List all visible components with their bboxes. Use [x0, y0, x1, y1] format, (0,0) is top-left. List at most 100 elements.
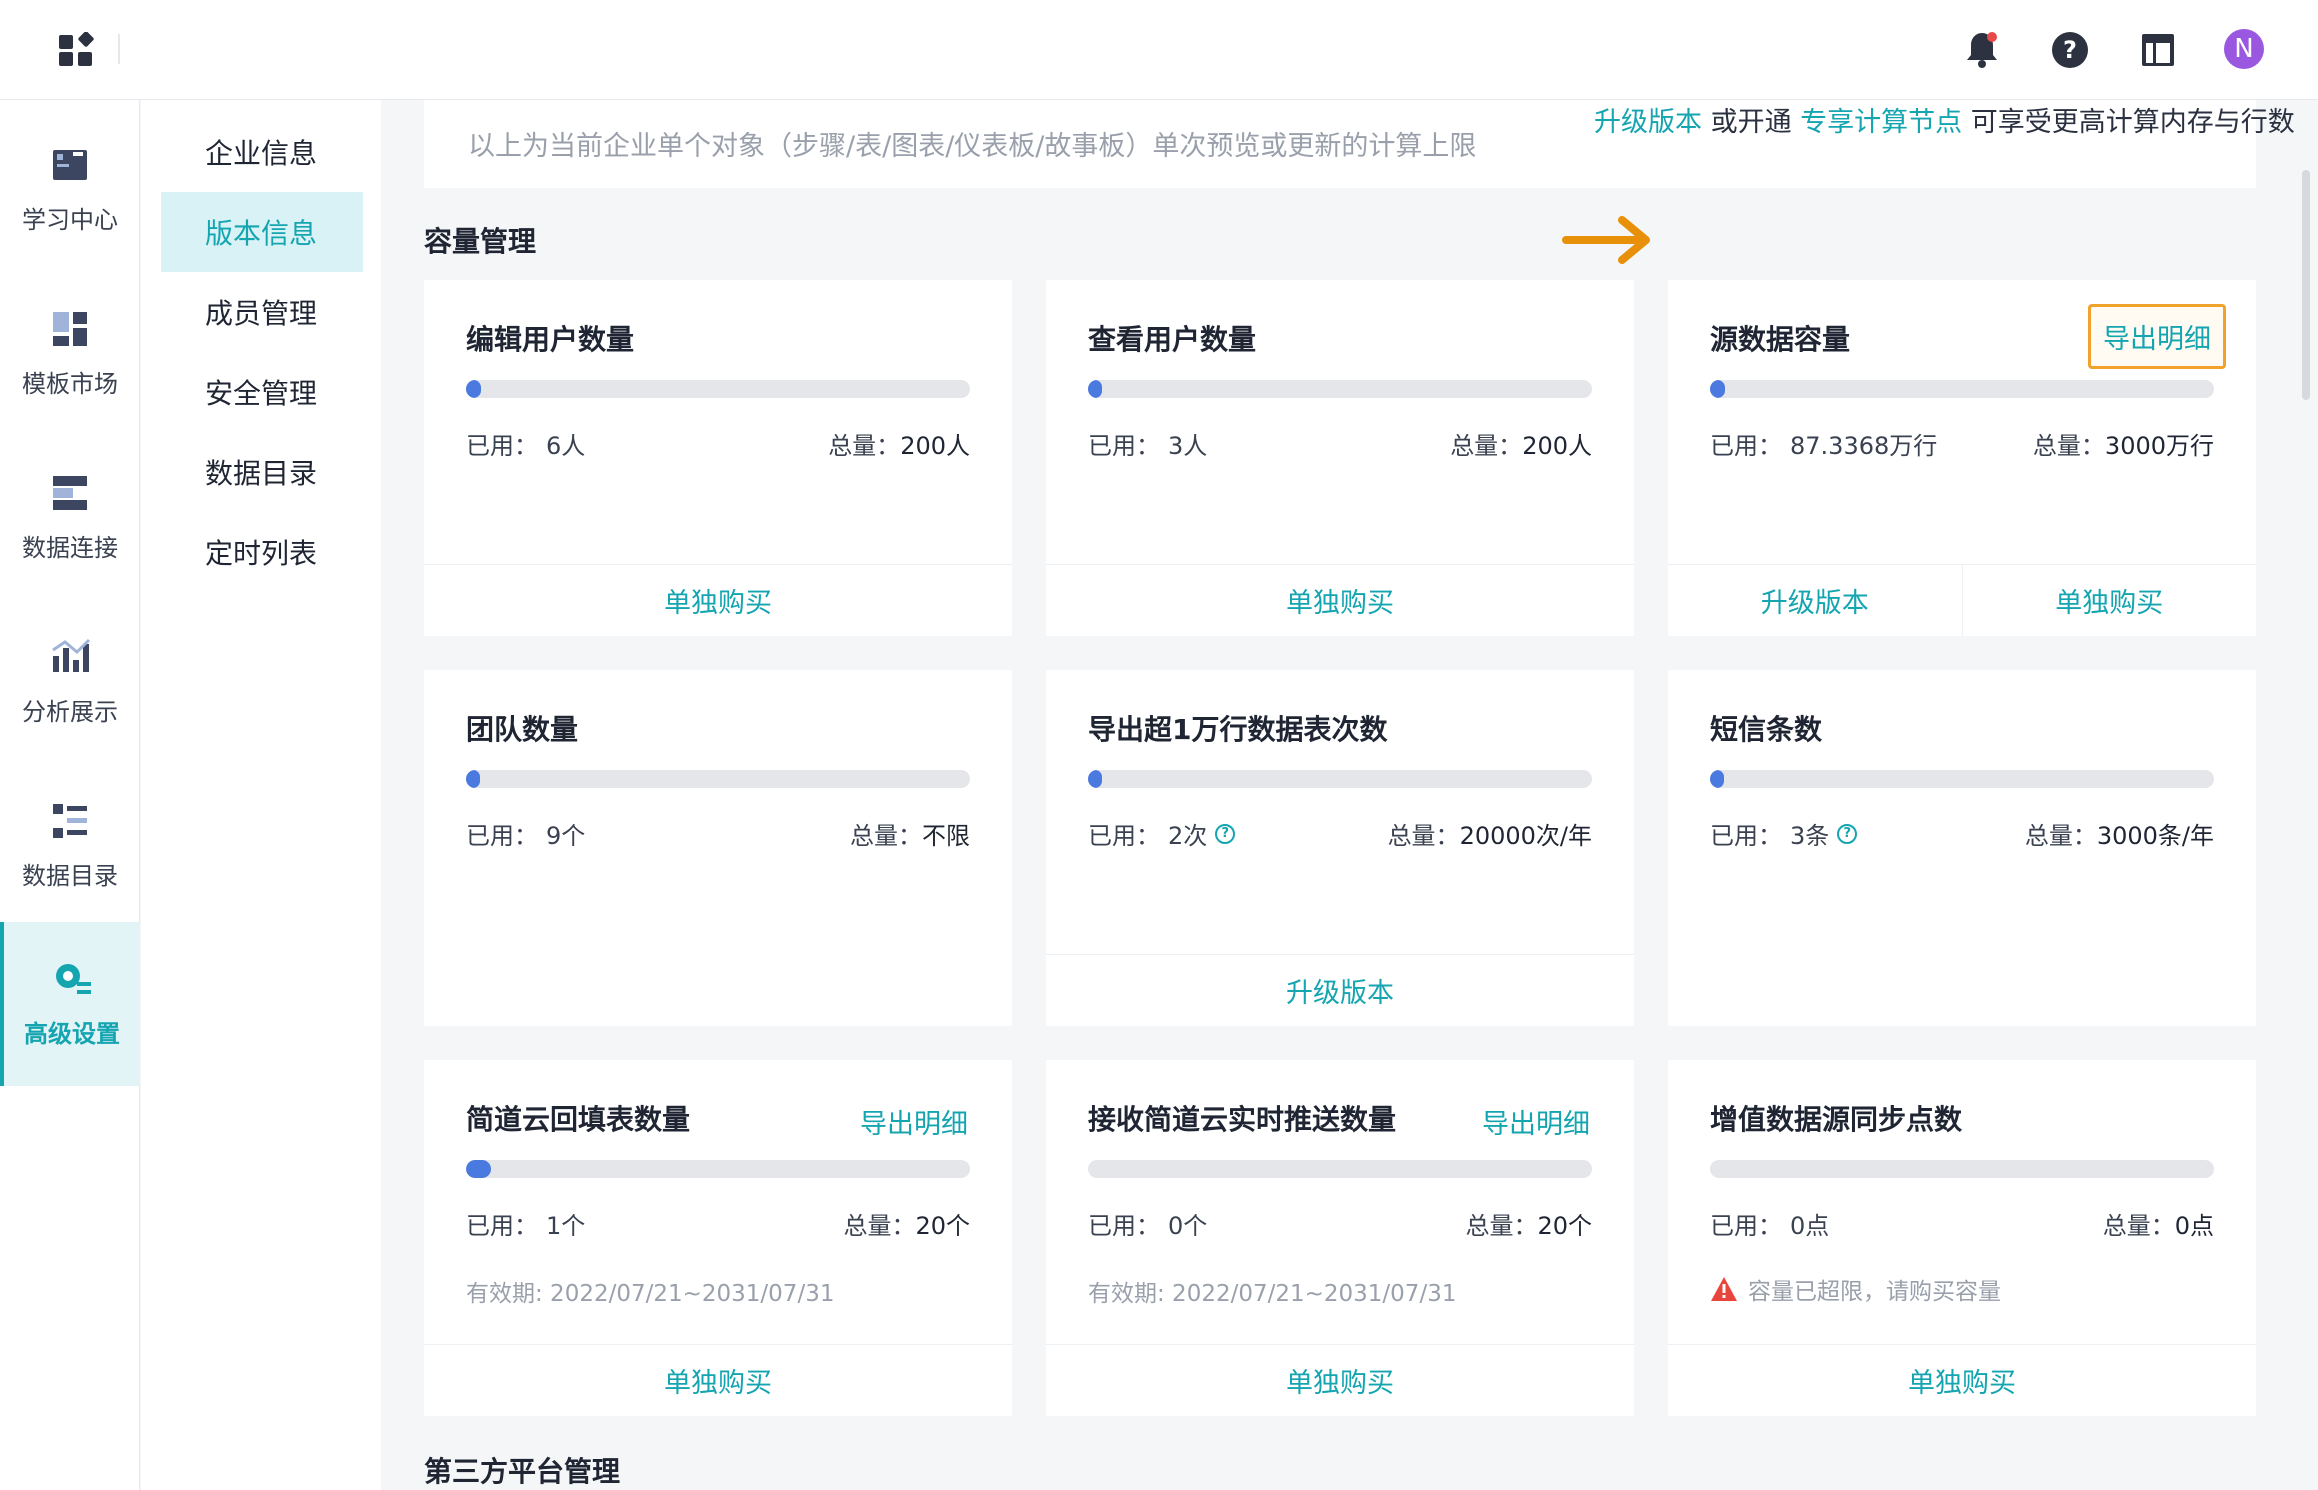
- total-value: 总量：3000万行: [2032, 432, 2214, 460]
- usage-progress-bar: [1088, 380, 1592, 398]
- purchase-separately-button[interactable]: 单独购买: [424, 1345, 1012, 1416]
- upgrade-version-button[interactable]: 升级版本: [1046, 955, 1634, 1026]
- used-value: 已用： 87.3368万行: [1710, 432, 1938, 460]
- rail-item-label: 学习中心: [22, 205, 118, 234]
- main-content: 以上为当前企业单个对象（步骤/表/图表/仪表板/故事板）单次预览或更新的计算上限…: [382, 100, 2318, 1490]
- help-circle-icon[interactable]: ?: [1837, 823, 1858, 844]
- card-title: 增值数据源同步点数: [1710, 1103, 1963, 1136]
- warning-icon: [1711, 1277, 1737, 1301]
- layout-icon: [2142, 34, 2174, 66]
- rail-item-label: 数据目录: [22, 861, 118, 890]
- purchase-separately-button[interactable]: 单独购买: [424, 565, 1012, 636]
- rail-item-label: 分析展示: [22, 697, 118, 726]
- used-value: 已用： 2次?: [1088, 816, 1236, 851]
- rail-item-catalog[interactable]: 数据目录: [0, 764, 140, 928]
- used-value: 已用： 0个: [1088, 1212, 1208, 1240]
- purchase-separately-button[interactable]: 单独购买: [1668, 1345, 2256, 1416]
- export-details-button[interactable]: 导出明细: [2088, 304, 2226, 369]
- card-title: 导出超1万行数据表次数: [1088, 713, 1388, 746]
- card-title: 源数据容量: [1710, 323, 1851, 356]
- used-value: 已用： 3条?: [1710, 816, 1858, 851]
- capacity-card: 接收简道云实时推送数量 导出明细 已用： 0个 总量：20个 有效期: 2022/…: [1046, 1060, 1634, 1416]
- subnav-item-enterprise-info[interactable]: 企业信息: [161, 112, 363, 192]
- capacity-card: 源数据容量 导出明细 已用： 87.3368万行 总量：3000万行 升级版本 单…: [1668, 280, 2256, 636]
- card-title: 接收简道云实时推送数量: [1088, 1103, 1397, 1136]
- usage-progress-fill: [1710, 770, 1724, 788]
- usage-progress-bar: [1710, 1160, 2214, 1178]
- rail-item-learning[interactable]: 学习中心: [0, 108, 140, 272]
- capacity-card: 查看用户数量 已用： 3人 总量：200人 单独购买: [1046, 280, 1634, 636]
- total-value: 总量：20000次/年: [1387, 822, 1592, 850]
- third-party-section-title: 第三方平台管理: [424, 1455, 621, 1488]
- export-details-button[interactable]: 导出明细: [860, 1102, 968, 1141]
- rail-item-advanced-settings[interactable]: 高级设置: [0, 922, 140, 1086]
- total-value: 总量：200人: [828, 432, 970, 460]
- connection-icon: [53, 475, 87, 510]
- rail-item-label: 高级设置: [24, 1019, 120, 1048]
- rail-item-data-connection[interactable]: 数据连接: [0, 436, 140, 600]
- card-footer: 升级版本 单独购买: [1668, 564, 2256, 636]
- usage-progress-fill: [1088, 380, 1102, 398]
- validity-period: 有效期: 2022/07/21~2031/07/31: [466, 1281, 835, 1307]
- scrollbar[interactable]: [2302, 170, 2310, 400]
- card-footer: 单独购买: [424, 564, 1012, 636]
- used-value: 已用： 6人: [466, 432, 586, 460]
- card-footer: 单独购买: [1046, 564, 1634, 636]
- template-icon: [53, 311, 87, 346]
- purchase-separately-button[interactable]: 单独购买: [1046, 1345, 1634, 1416]
- usage-progress-bar: [466, 770, 970, 788]
- total-value: 总量：不限: [850, 822, 970, 850]
- card-title: 团队数量: [466, 713, 579, 746]
- rail-item-label: 数据连接: [22, 533, 118, 562]
- capacity-section-title: 容量管理: [424, 225, 537, 258]
- card-title: 查看用户数量: [1088, 323, 1257, 356]
- help-button[interactable]: ?: [2046, 26, 2094, 74]
- subnav-item-version-info[interactable]: 版本信息: [161, 192, 363, 272]
- upgrade-version-button[interactable]: 升级版本: [1668, 565, 1962, 636]
- rail-item-label: 模板市场: [22, 369, 118, 398]
- used-value: 已用： 9个: [466, 822, 586, 850]
- used-value: 已用： 0点: [1710, 1212, 1830, 1240]
- dedicated-compute-link[interactable]: 专享计算节点: [1800, 107, 1962, 138]
- subnav-item-member-management[interactable]: 成员管理: [161, 272, 363, 352]
- usage-progress-fill: [466, 380, 482, 398]
- total-value: 总量：0点: [2102, 1212, 2214, 1240]
- avatar[interactable]: N: [2224, 29, 2264, 69]
- upgrade-version-link[interactable]: 升级版本: [1594, 107, 1702, 138]
- layout-button[interactable]: [2134, 26, 2182, 74]
- compute-limit-notice: 以上为当前企业单个对象（步骤/表/图表/仪表板/故事板）单次预览或更新的计算上限…: [424, 100, 2295, 188]
- export-details-button[interactable]: 导出明细: [1482, 1102, 1590, 1141]
- divider: [118, 34, 120, 64]
- rail-item-analysis[interactable]: 分析展示: [0, 600, 140, 764]
- usage-progress-fill: [1088, 770, 1102, 788]
- usage-progress-bar: [1088, 1160, 1592, 1178]
- usage-progress-bar: [466, 380, 970, 398]
- app-logo-icon[interactable]: [58, 32, 94, 68]
- capacity-card: 简道云回填表数量 导出明细 已用： 1个 总量：20个 有效期: 2022/07/…: [424, 1060, 1012, 1416]
- purchase-separately-button[interactable]: 单独购买: [1961, 565, 2257, 636]
- total-value: 总量：20个: [1465, 1212, 1592, 1240]
- bell-icon: [1967, 32, 1997, 68]
- arrow-right-icon: [1562, 216, 1650, 264]
- purchase-separately-button[interactable]: 单独购买: [1046, 565, 1634, 636]
- used-value: 已用： 1个: [466, 1212, 586, 1240]
- rail-item-templates[interactable]: 模板市场: [0, 272, 140, 436]
- help-circle-icon[interactable]: ?: [1215, 823, 1236, 844]
- notice-tail-text: 可享受更高计算内存与行数: [1962, 107, 2295, 138]
- capacity-card: 团队数量 已用： 9个 总量：不限: [424, 670, 1012, 1026]
- usage-progress-bar: [1088, 770, 1592, 788]
- book-icon: [53, 149, 87, 180]
- card-title: 简道云回填表数量: [466, 1103, 691, 1136]
- usage-progress-fill: [466, 770, 480, 788]
- usage-progress-fill: [466, 1160, 492, 1178]
- notice-text: 以上为当前企业单个对象（步骤/表/图表/仪表板/故事板）单次预览或更新的计算上限: [468, 131, 1477, 162]
- capacity-card: 导出超1万行数据表次数 已用： 2次? 总量：20000次/年 升级版本: [1046, 670, 1634, 1026]
- capacity-card: 短信条数 已用： 3条? 总量：3000条/年: [1668, 670, 2256, 1026]
- subnav-item-schedule-list[interactable]: 定时列表: [161, 512, 363, 592]
- usage-progress-bar: [466, 1160, 970, 1178]
- notification-button[interactable]: [1958, 26, 2006, 74]
- subnav-item-data-catalog[interactable]: 数据目录: [161, 432, 363, 512]
- subnav-item-security[interactable]: 安全管理: [161, 352, 363, 432]
- total-value: 总量：20个: [843, 1212, 970, 1240]
- chart-icon: [52, 638, 91, 672]
